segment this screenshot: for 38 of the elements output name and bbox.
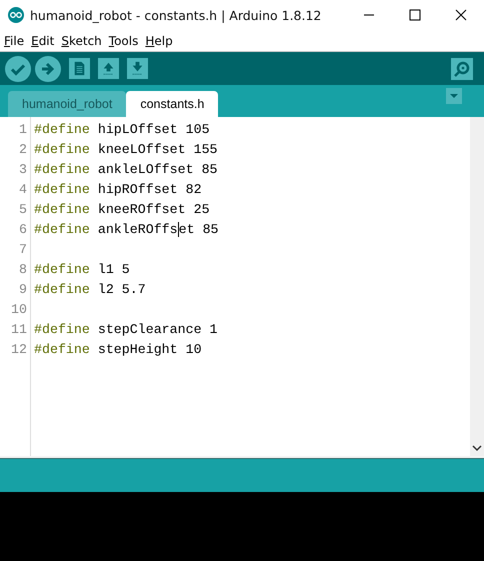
down-chevron-icon[interactable] (472, 444, 482, 452)
code-line: #define ankleROffs et 85 (33, 221, 220, 239)
line-number: 12 (10, 341, 28, 359)
checkmark-icon[interactable] (5, 56, 31, 82)
menu-item[interactable]: Edit (31, 34, 54, 48)
dropdown-icon[interactable] (446, 88, 462, 104)
line-number: 11 (10, 321, 28, 339)
line-number: 6 (18, 221, 28, 239)
code-line: #define hipLOffset 105 (33, 121, 211, 139)
scrollbar[interactable] (470, 117, 484, 456)
code-line: #define kneeROffset 25 (33, 201, 211, 219)
menu-item[interactable]: File (4, 34, 24, 48)
line-number: 9 (18, 281, 28, 299)
code-line: #define ankleLOffset 85 (33, 161, 219, 179)
document-icon[interactable] (69, 58, 90, 79)
app-logo-icon (8, 7, 24, 23)
menu-item[interactable]: Help (145, 34, 173, 48)
code-line: #define l1 5 (33, 261, 131, 279)
tab[interactable]: constants.h (126, 91, 218, 117)
close-icon[interactable] (455, 9, 467, 21)
line-number: 10 (10, 301, 28, 319)
window-title: humanoid_robot - constants.h | Arduino 1.8.12 (30, 8, 322, 22)
line-number: 5 (18, 201, 28, 219)
line-number: 3 (18, 161, 28, 179)
line-number: 8 (18, 261, 28, 279)
code-line: #define stepHeight 10 (33, 341, 203, 359)
magnifier-icon[interactable] (451, 58, 473, 80)
menu-item[interactable]: Sketch (61, 34, 102, 48)
maximize-icon[interactable] (409, 9, 421, 21)
code-line: #define stepClearance 1 (33, 321, 219, 339)
line-number: 2 (18, 141, 28, 159)
line-number: 4 (18, 181, 28, 199)
code-line: #define hipROffset 82 (33, 181, 203, 199)
line-number: 1 (18, 121, 28, 139)
menu-item[interactable]: Tools (108, 34, 138, 48)
line-number: 7 (18, 241, 28, 259)
code-line: #define l2 5.7 (33, 281, 147, 299)
code-line: #define kneeLOffset 155 (33, 141, 219, 159)
